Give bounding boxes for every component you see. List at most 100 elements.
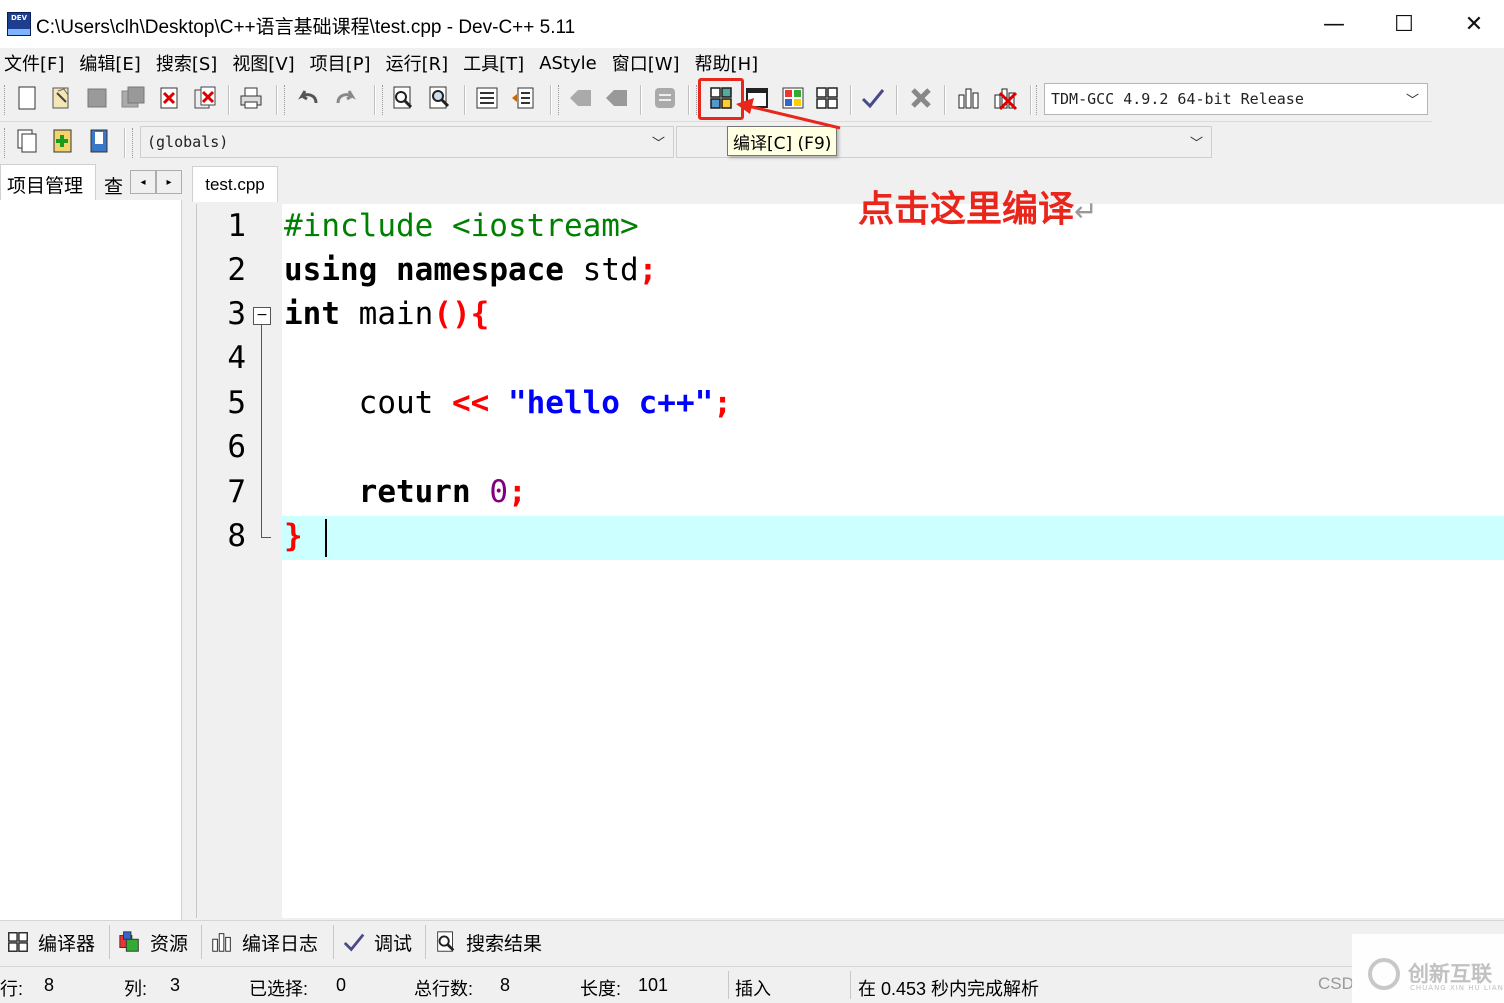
tab-resources[interactable]: 资源 bbox=[114, 925, 202, 959]
annotation-text: 点击这里编译 bbox=[858, 189, 1075, 230]
print-icon[interactable] bbox=[238, 85, 264, 111]
maximize-button[interactable]: ☐ bbox=[1370, 0, 1438, 48]
save-all-icon[interactable] bbox=[120, 85, 146, 111]
project-tree[interactable] bbox=[0, 200, 182, 920]
line-number: 1 bbox=[227, 208, 246, 244]
tab-scroll-right-button[interactable]: ▸ bbox=[156, 170, 182, 194]
find-icon[interactable] bbox=[390, 85, 416, 111]
symbol-token: << bbox=[451, 385, 490, 421]
delete-profile-icon[interactable] bbox=[992, 85, 1018, 111]
status-selection-label: 已选择: bbox=[249, 979, 309, 999]
chevron-down-icon: ﹀ bbox=[1189, 136, 1203, 152]
string-token: "hello c++" bbox=[507, 385, 714, 421]
line-number: 7 bbox=[227, 474, 246, 510]
tab-debug-label: 调试 bbox=[374, 932, 413, 955]
tab-compiler-label: 编译器 bbox=[38, 932, 96, 955]
symbol-token: ; bbox=[507, 474, 527, 510]
file-tab-label: test.cpp bbox=[205, 174, 265, 194]
file-tab-test-cpp[interactable]: test.cpp bbox=[192, 166, 278, 202]
tab-class-browser[interactable]: 查 bbox=[98, 168, 128, 198]
globals-select[interactable]: (globals) ﹀ bbox=[140, 126, 674, 158]
tab-debug[interactable]: 调试 bbox=[338, 925, 426, 959]
compile-annotation: 点击这里编译↵ bbox=[858, 180, 1097, 232]
line-number: 2 bbox=[227, 252, 246, 288]
menu-file[interactable]: 文件[F] bbox=[0, 50, 75, 76]
menu-tools[interactable]: 工具[T] bbox=[459, 50, 535, 76]
menu-view[interactable]: 视图[V] bbox=[228, 50, 305, 76]
code-line-1: #include <iostream> bbox=[284, 208, 639, 244]
menu-edit[interactable]: 编辑[E] bbox=[75, 50, 151, 76]
current-line-highlight bbox=[281, 516, 1504, 560]
save-icon[interactable] bbox=[84, 85, 110, 111]
syntax-check-icon[interactable] bbox=[860, 85, 886, 111]
identifier-token: main bbox=[358, 296, 434, 332]
status-row-value: 8 bbox=[44, 975, 55, 995]
compiler-select[interactable]: TDM-GCC 4.9.2 64-bit Release ﹀ bbox=[1044, 83, 1428, 115]
tab-project-manager[interactable]: 项目管理 bbox=[0, 164, 96, 200]
keyword-token: int bbox=[284, 296, 340, 332]
close-file-icon[interactable] bbox=[156, 85, 182, 111]
keyword-token: using bbox=[284, 252, 378, 288]
status-total-lines-label: 总行数: bbox=[414, 979, 474, 999]
indent-icon[interactable] bbox=[474, 85, 500, 111]
identifier-token: cout bbox=[358, 385, 434, 421]
new-project-icon[interactable] bbox=[14, 128, 40, 154]
replace-icon[interactable] bbox=[426, 85, 452, 111]
new-file-icon[interactable] bbox=[14, 85, 40, 111]
devcpp-app-icon: DEV bbox=[7, 12, 31, 36]
menu-astyle[interactable]: AStyle bbox=[535, 53, 608, 74]
status-length-value: 101 bbox=[638, 975, 669, 995]
tab-search-results[interactable]: 搜索结果 bbox=[430, 925, 558, 959]
chevron-down-icon: ﹀ bbox=[1405, 93, 1419, 109]
close-icon: ✕ bbox=[1464, 11, 1484, 37]
close-all-icon[interactable] bbox=[192, 85, 218, 111]
menu-project[interactable]: 项目[P] bbox=[306, 50, 382, 76]
watermark-brand-sub: CHUANG XIN HU LIAN bbox=[1410, 984, 1504, 992]
main-toolbar: TDM-GCC 4.9.2 64-bit Release ﹀ bbox=[0, 78, 1432, 122]
compiler-select-value: TDM-GCC 4.9.2 64-bit Release bbox=[1051, 90, 1304, 108]
tab-project-manager-label: 项目管理 bbox=[7, 175, 84, 197]
tab-scroll-left-button[interactable]: ◂ bbox=[130, 170, 156, 194]
redo-icon[interactable] bbox=[332, 85, 358, 111]
tab-class-browser-label: 查 bbox=[104, 176, 124, 198]
profile-icon[interactable] bbox=[956, 85, 982, 111]
bookmark-prev-icon[interactable] bbox=[568, 85, 594, 111]
line-number: 4 bbox=[227, 340, 246, 376]
line-number: 6 bbox=[227, 429, 246, 465]
menu-run[interactable]: 运行[R] bbox=[382, 50, 460, 76]
tab-compile-log[interactable]: 编译日志 bbox=[206, 925, 334, 959]
minimize-button[interactable]: — bbox=[1300, 0, 1368, 48]
code-line-3: int main(){ bbox=[284, 296, 489, 332]
line-number: 3 bbox=[227, 296, 246, 332]
chevron-down-icon: ﹀ bbox=[651, 136, 665, 152]
remove-from-project-icon[interactable] bbox=[86, 128, 112, 154]
code-line-2: using namespace std; bbox=[284, 252, 657, 288]
minimize-icon: — bbox=[1323, 11, 1345, 37]
menu-help[interactable]: 帮助[H] bbox=[691, 50, 770, 76]
text-caret bbox=[325, 519, 327, 557]
add-to-project-icon[interactable] bbox=[50, 128, 76, 154]
open-file-icon[interactable] bbox=[48, 85, 74, 111]
menu-window[interactable]: 窗口[W] bbox=[608, 50, 691, 76]
arrow-right-icon: ▸ bbox=[166, 176, 172, 188]
code-line-5: cout << "hello c++"; bbox=[284, 385, 732, 421]
fold-guide-end bbox=[261, 537, 271, 538]
status-selection-value: 0 bbox=[336, 975, 347, 995]
close-button[interactable]: ✕ bbox=[1440, 0, 1504, 48]
fold-toggle-icon[interactable]: − bbox=[253, 307, 271, 325]
menu-search[interactable]: 搜索[S] bbox=[152, 50, 228, 76]
search-results-icon bbox=[437, 931, 455, 952]
status-col-value: 3 bbox=[170, 975, 181, 995]
toggle-comment-icon[interactable] bbox=[652, 85, 678, 111]
stop-execution-icon[interactable] bbox=[908, 85, 934, 111]
undo-icon[interactable] bbox=[296, 85, 322, 111]
status-row-label: 行: bbox=[0, 979, 24, 999]
status-insert-mode: 插入 bbox=[735, 979, 771, 999]
tab-resources-label: 资源 bbox=[150, 932, 189, 955]
bookmark-next-icon[interactable] bbox=[604, 85, 630, 111]
globals-select-value: (globals) bbox=[147, 133, 229, 151]
unindent-icon[interactable] bbox=[510, 85, 536, 111]
status-total-lines-value: 8 bbox=[500, 975, 511, 995]
tab-compiler[interactable]: 编译器 bbox=[2, 925, 110, 959]
keyword-token: return bbox=[358, 474, 471, 510]
